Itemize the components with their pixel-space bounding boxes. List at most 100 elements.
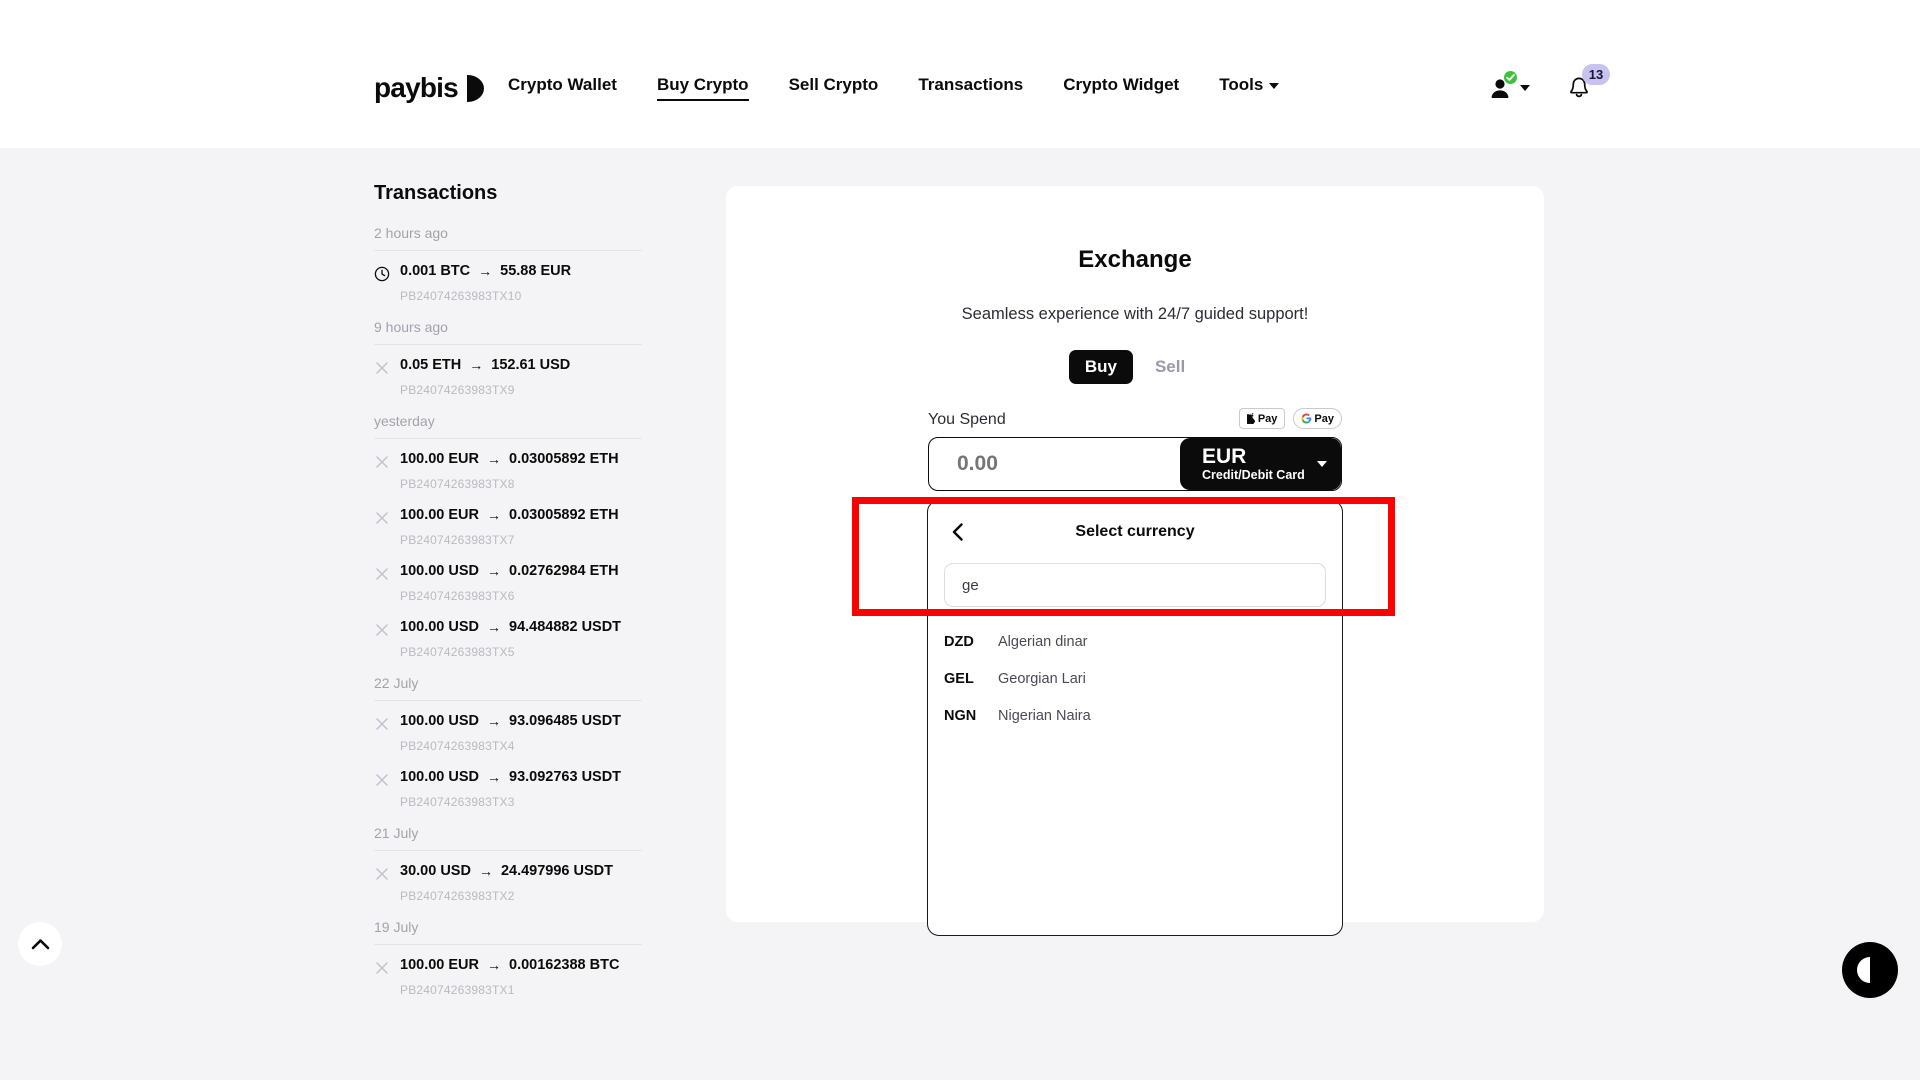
- currency-list-item[interactable]: NGN Nigerian Naira: [928, 697, 1342, 734]
- transactions-sidebar: Transactions 2 hours ago 0.001 BTC → 55.88 …: [374, 182, 642, 1013]
- transaction-to-amount: 0.02762984 ETH: [509, 563, 619, 579]
- clock-icon: [374, 266, 390, 282]
- close-icon[interactable]: [374, 510, 390, 526]
- transaction-row[interactable]: 100.00 EUR → 0.03005892 ETH: [374, 451, 642, 470]
- arrow-right-icon: →: [487, 769, 501, 785]
- close-icon: [376, 774, 388, 786]
- nav-item-transactions[interactable]: Transactions: [918, 75, 1023, 101]
- nav-label: Crypto Wallet: [508, 75, 617, 94]
- close-icon[interactable]: [374, 772, 390, 788]
- transaction-from-amount: 100.00 EUR: [400, 507, 479, 523]
- close-icon: [376, 718, 388, 730]
- currency-search-field: [944, 563, 1326, 607]
- transaction-row[interactable]: 0.001 BTC → 55.88 EUR: [374, 263, 642, 282]
- close-icon[interactable]: [374, 960, 390, 976]
- transaction-row[interactable]: 100.00 USD → 0.02762984 ETH: [374, 563, 642, 582]
- back-button[interactable]: [946, 521, 968, 543]
- site-header: paybis Crypto Wallet Buy Crypto Sell Cry…: [0, 0, 1920, 148]
- transaction-from-amount: 100.00 USD: [400, 769, 479, 785]
- arrow-right-icon: →: [487, 563, 501, 579]
- close-icon[interactable]: [374, 566, 390, 582]
- apple-pay-badge[interactable]: Pay: [1238, 408, 1286, 429]
- transaction-amounts: 0.05 ETH → 152.61 USD: [400, 357, 570, 373]
- transaction-id: PB24074263983TX5: [400, 645, 515, 659]
- notifications-button[interactable]: 13: [1568, 64, 1610, 100]
- google-pay-badge[interactable]: Pay: [1293, 408, 1342, 429]
- transaction-from-amount: 100.00 USD: [400, 713, 479, 729]
- close-icon[interactable]: [374, 866, 390, 882]
- transaction-amounts: 100.00 EUR → 0.03005892 ETH: [400, 507, 619, 523]
- transaction-group: 19 July 100.00 EUR → 0.00162388 BTC PB240742…: [374, 919, 642, 997]
- close-icon: [376, 962, 388, 974]
- header-actions: 13: [1489, 64, 1610, 100]
- contrast-icon: [1857, 957, 1883, 983]
- transaction-group-label: yesterday: [374, 413, 435, 429]
- close-icon: [376, 868, 388, 880]
- currency-list-item[interactable]: GEL Georgian Lari: [928, 660, 1342, 697]
- close-icon[interactable]: [374, 454, 390, 470]
- currency-item-name: Algerian dinar: [998, 633, 1088, 650]
- transaction-amounts: 100.00 USD → 93.096485 USDT: [400, 713, 621, 729]
- amount-input[interactable]: [929, 452, 1129, 476]
- transaction-amounts: 100.00 USD → 0.02762984 ETH: [400, 563, 619, 579]
- payment-method-badges: Pay Pay: [1238, 408, 1342, 429]
- transaction-id: PB24074263983TX2: [400, 889, 515, 903]
- transaction-group: 9 hours ago 0.05 ETH → 152.61 USD PB24074263…: [374, 319, 642, 397]
- currency-selector-button[interactable]: EUR Credit/Debit Card: [1180, 438, 1341, 490]
- transaction-to-amount: 24.497996 USDT: [500, 863, 613, 879]
- currency-item-code: NGN: [944, 707, 977, 724]
- transaction-amounts: 0.001 BTC → 55.88 EUR: [400, 263, 571, 279]
- nav-item-tools[interactable]: Tools: [1219, 75, 1280, 101]
- transaction-row[interactable]: 100.00 USD → 93.092763 USDT: [374, 769, 642, 788]
- transaction-to-amount: 93.092763 USDT: [509, 769, 622, 785]
- close-icon[interactable]: [374, 716, 390, 732]
- currency-dropdown-panel: Select currency DZD Algerian dinar GEL Geor…: [927, 500, 1343, 936]
- spend-label: You Spend: [928, 411, 1006, 428]
- exchange-subtitle: Seamless experience with 24/7 guided sup…: [961, 305, 1309, 323]
- transaction-id: PB24074263983TX3: [400, 795, 515, 809]
- paybis-logo[interactable]: paybis: [374, 72, 484, 104]
- page-root: paybis Crypto Wallet Buy Crypto Sell Cry…: [0, 0, 1920, 1080]
- transaction-from-amount: 0.001 BTC: [400, 263, 471, 279]
- currency-search-input[interactable]: [945, 576, 1325, 594]
- currency-item-code: GEL: [944, 670, 974, 687]
- nav-item-sell-crypto[interactable]: Sell Crypto: [789, 75, 879, 101]
- transaction-row[interactable]: 100.00 USD → 93.096485 USDT: [374, 713, 642, 732]
- dropdown-header: Select currency: [928, 501, 1342, 563]
- transaction-from-amount: 0.05 ETH: [400, 357, 462, 373]
- currency-list-item[interactable]: DZD Algerian dinar: [928, 623, 1342, 660]
- nav-label: Transactions: [918, 75, 1024, 94]
- close-icon[interactable]: [374, 622, 390, 638]
- account-menu-button[interactable]: [1489, 71, 1530, 99]
- currency-list: DZD Algerian dinar GEL Georgian Lari NGN Nige…: [928, 623, 1342, 734]
- transaction-id: PB24074263983TX6: [400, 589, 515, 603]
- apple-icon: [1246, 413, 1256, 424]
- transaction-group-label: 9 hours ago: [374, 319, 448, 335]
- tab-buy[interactable]: Buy: [1068, 350, 1133, 384]
- close-icon[interactable]: [374, 360, 390, 376]
- transaction-group-label: 22 July: [374, 675, 419, 691]
- accessibility-contrast-button[interactable]: [1842, 942, 1898, 998]
- transaction-row[interactable]: 30.00 USD → 24.497996 USDT: [374, 863, 642, 882]
- main-navigation: Crypto Wallet Buy Crypto Sell Crypto Tra…: [508, 75, 1280, 101]
- close-icon: [376, 568, 388, 580]
- transaction-row[interactable]: 100.00 USD → 94.484882 USDT: [374, 619, 642, 638]
- divider: [374, 344, 642, 345]
- tab-sell[interactable]: Sell: [1139, 350, 1201, 384]
- transaction-to-amount: 0.03005892 ETH: [509, 451, 619, 467]
- chevron-down-icon: [1269, 82, 1280, 89]
- currency-item-name: Nigerian Naira: [998, 707, 1091, 724]
- divider: [374, 850, 642, 851]
- nav-item-crypto-widget[interactable]: Crypto Widget: [1063, 75, 1179, 101]
- transaction-row[interactable]: 100.00 EUR → 0.03005892 ETH: [374, 507, 642, 526]
- divider: [374, 944, 642, 945]
- transaction-row[interactable]: 0.05 ETH → 152.61 USD: [374, 357, 642, 376]
- transaction-row[interactable]: 100.00 EUR → 0.00162388 BTC: [374, 957, 642, 976]
- nav-item-crypto-wallet[interactable]: Crypto Wallet: [508, 75, 617, 101]
- page-title: Exchange: [1078, 246, 1192, 273]
- arrow-right-icon: →: [469, 357, 484, 373]
- verified-check-icon: [1504, 71, 1517, 84]
- transaction-id: PB24074263983TX7: [400, 533, 515, 547]
- nav-item-buy-crypto[interactable]: Buy Crypto: [656, 75, 749, 101]
- scroll-to-top-button[interactable]: [18, 922, 62, 966]
